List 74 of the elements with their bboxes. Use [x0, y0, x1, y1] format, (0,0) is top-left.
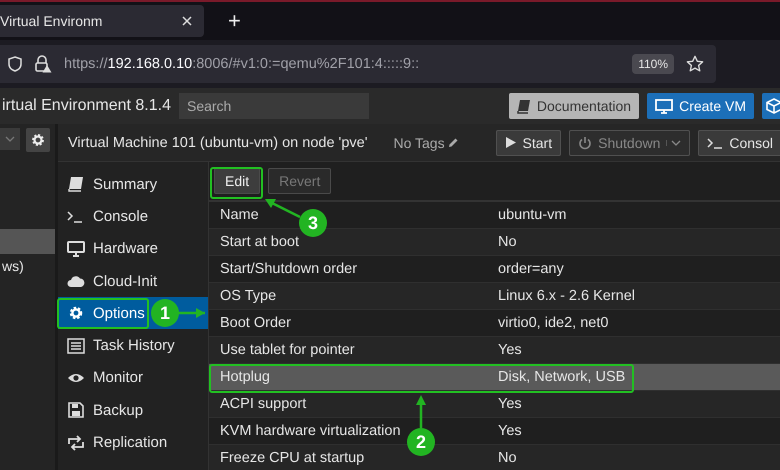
nav-item[interactable]: Monitor — [58, 362, 208, 394]
create-vm-button[interactable]: Create VM — [647, 93, 754, 119]
monitor-icon — [655, 98, 674, 114]
star-icon[interactable] — [686, 55, 704, 73]
option-name: Start/Shutdown order — [220, 261, 358, 277]
arrows-icon — [67, 434, 85, 451]
table-row[interactable]: Hotplug Disk, Network, USB — [209, 364, 780, 391]
pencil-icon[interactable] — [446, 136, 459, 148]
browser-tab[interactable]: Virtual Environm — [0, 5, 204, 37]
start-button[interactable]: Start — [496, 130, 562, 156]
url-text: https://192.168.0.10:8006/#v1:0:=qemu%2F101:4:::::9:: — [64, 56, 420, 72]
shield-icon — [8, 56, 22, 72]
monitor-icon — [67, 240, 85, 257]
view-dropdown[interactable] — [0, 128, 20, 150]
power-icon — [578, 136, 592, 150]
table-row[interactable]: Start at boot No — [209, 229, 780, 256]
documentation-button[interactable]: Documentation — [508, 93, 640, 119]
caret-icon — [671, 140, 682, 146]
nav-item[interactable]: Replication — [58, 426, 208, 459]
option-name: Name — [220, 207, 259, 223]
play-icon — [504, 136, 517, 149]
table-row[interactable]: OS Type Linux 6.x - 2.6 Kernel — [209, 283, 780, 310]
new-tab-button[interactable]: + — [228, 8, 241, 34]
tree-item[interactable]: ws) — [0, 254, 55, 279]
option-name: Boot Order — [220, 315, 291, 331]
tags-label[interactable]: No Tags — [393, 134, 459, 150]
option-value: virtio0, ide2, net0 — [498, 315, 608, 331]
console-button[interactable]: Consol — [698, 130, 780, 156]
nav-item[interactable]: Task History — [58, 329, 208, 362]
option-value: Yes — [498, 423, 522, 439]
callout-arrow — [178, 308, 205, 318]
settings-button[interactable] — [26, 128, 50, 152]
address-bar[interactable]: https://192.168.0.10:8006/#v1:0:=qemu%2F101:4:::::9:: 110% — [0, 45, 716, 83]
option-name: Start at boot — [220, 234, 299, 250]
book-icon — [516, 98, 531, 114]
gear-icon — [67, 305, 85, 322]
cube-button[interactable] — [762, 93, 780, 119]
chevron-down-icon — [5, 136, 15, 142]
list-icon — [67, 338, 85, 354]
option-value: Linux 6.x - 2.6 Kernel — [498, 288, 636, 304]
option-value: ubuntu-vm — [498, 207, 567, 223]
callout-arrow — [265, 199, 301, 218]
lock-warning-icon[interactable] — [34, 55, 52, 73]
nav-item[interactable]: Hardware — [58, 232, 208, 265]
terminal-icon — [707, 136, 724, 148]
search-field[interactable]: Search — [178, 93, 369, 119]
book-icon — [67, 176, 85, 192]
nav-item[interactable]: Cloud-Init — [58, 264, 208, 298]
nav-item[interactable]: Summary — [58, 168, 208, 200]
option-name: OS Type — [220, 288, 276, 304]
option-name: Hotplug — [220, 369, 270, 385]
cube-icon — [766, 98, 780, 114]
close-icon[interactable] — [182, 16, 192, 26]
table-row[interactable]: ACPI support Yes — [209, 391, 780, 418]
option-value: order=any — [498, 261, 564, 277]
vm-title: Virtual Machine 101 (ubuntu-vm) on node 'pve' — [68, 134, 368, 150]
option-name: ACPI support — [220, 396, 306, 412]
nav-item[interactable]: Console — [58, 200, 208, 233]
option-name: Use tablet for pointer — [220, 342, 355, 358]
option-name: KVM hardware virtualization — [220, 423, 401, 439]
edit-button[interactable]: Edit — [214, 168, 260, 194]
option-value: Yes — [498, 396, 522, 412]
table-row[interactable]: Use tablet for pointer Yes — [209, 337, 780, 364]
option-value: Disk, Network, USB — [498, 369, 626, 385]
nav-item[interactable]: Backup — [58, 394, 208, 426]
option-value: No — [498, 450, 517, 466]
highlight-frame — [210, 167, 263, 199]
settings-icon — [31, 133, 45, 147]
callout-arrow — [416, 395, 426, 428]
option-value: Yes — [498, 342, 522, 358]
option-value: No — [498, 234, 517, 250]
product-title: irtual Environment 8.1.4 — [2, 97, 171, 115]
option-name: Freeze CPU at startup — [220, 450, 364, 466]
zoom-level[interactable]: 110% — [632, 54, 674, 74]
